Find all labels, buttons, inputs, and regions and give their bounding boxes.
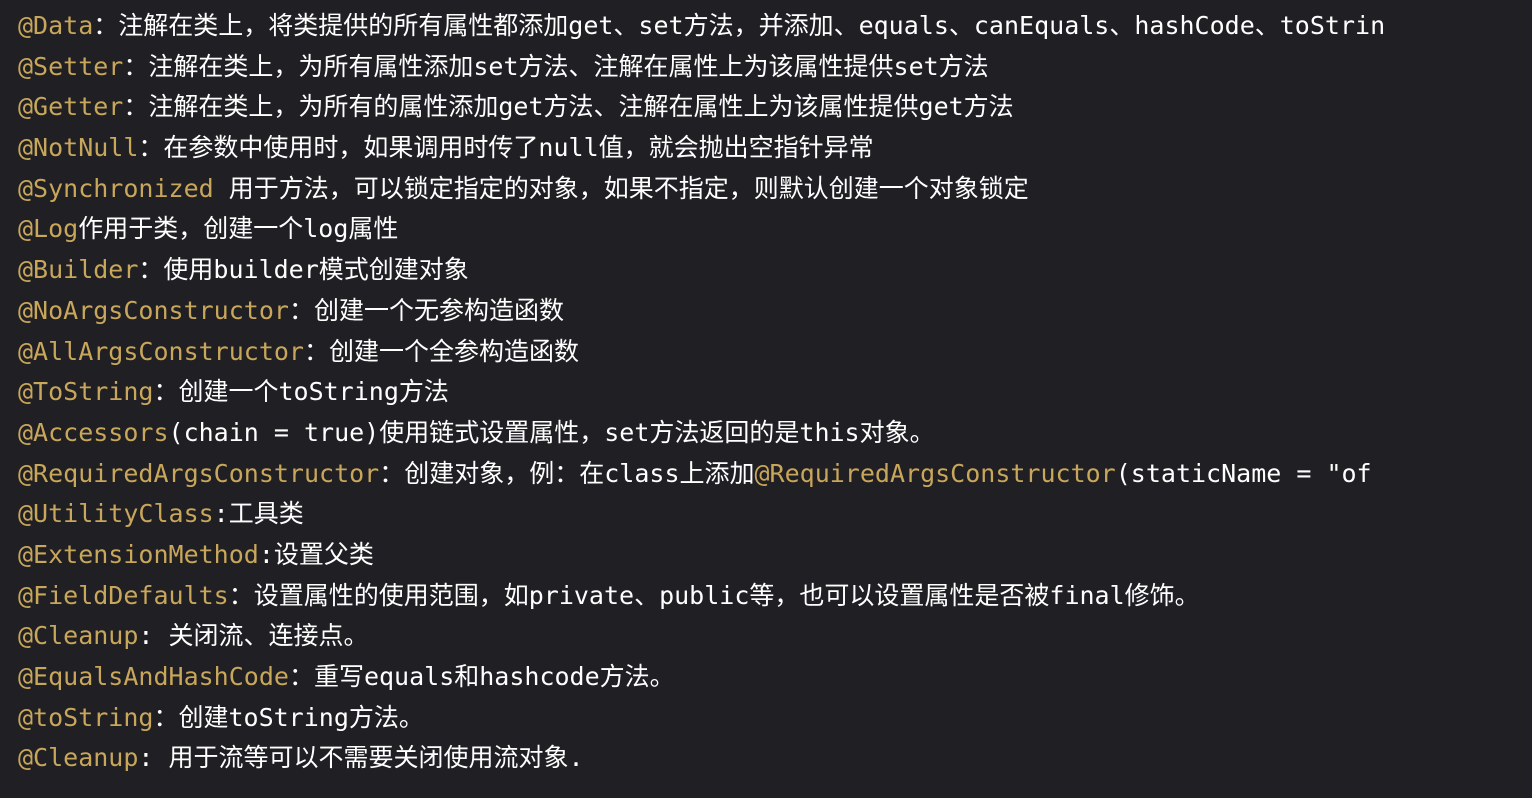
annotation-name: @FieldDefaults [18, 580, 229, 610]
annotation-name: @RequiredArgsConstructor [18, 458, 380, 488]
annotation-description-inline: (staticName = "of [1115, 458, 1372, 488]
annotation-name: @Synchronized [18, 173, 214, 203]
annotation-name: @Getter [18, 92, 124, 122]
annotation-name: @EqualsAndHashCode [18, 662, 289, 691]
annotation-description: ：注解在类上，为所有属性添加set方法、注解在属性上为该属性提供set方法 [123, 51, 989, 81]
code-line: @ToString：创建一个toString方法 [18, 372, 1532, 413]
code-text-area: @Data：注解在类上，将类提供的所有属性都添加get、set方法，并添加、eq… [0, 0, 1532, 798]
code-line: @EqualsAndHashCode：重写equals和hashcode方法。 [18, 657, 1532, 698]
annotation-description: ：在参数中使用时，如果调用时传了null值，就会抛出空指针异常 [138, 133, 874, 163]
code-line: @Data：注解在类上，将类提供的所有属性都添加get、set方法，并添加、eq… [18, 6, 1532, 47]
annotation-description: 作用于类，创建一个log属性 [78, 214, 399, 244]
annotation-description: ：设置属性的使用范围，如private、public等，也可以设置属性是否被fi… [228, 580, 1200, 610]
annotation-description: (chain = true)使用链式设置属性，set方法返回的是this对象。 [168, 417, 935, 447]
annotation-description: : 关闭流、连接点。 [138, 621, 369, 651]
code-line: @Synchronized 用于方法，可以锁定指定的对象，如果不指定，则默认创建… [18, 169, 1532, 210]
code-line: @FieldDefaults：设置属性的使用范围，如private、public… [18, 576, 1532, 617]
annotation-name: @toString [18, 702, 154, 732]
annotation-description: ：创建一个toString方法 [153, 377, 449, 407]
annotation-name: @Setter [18, 51, 124, 81]
annotation-name-inline: @RequiredArgsConstructor [754, 458, 1116, 488]
annotation-name: @NotNull [18, 133, 139, 163]
annotation-description: :工具类 [213, 499, 304, 529]
annotation-name: @UtilityClass [18, 499, 214, 529]
code-line: @Accessors(chain = true)使用链式设置属性，set方法返回… [18, 413, 1532, 454]
code-line: @Log作用于类，创建一个log属性 [18, 209, 1532, 250]
code-line: @UtilityClass:工具类 [18, 494, 1532, 535]
annotation-name: @ExtensionMethod [18, 539, 259, 569]
code-line: @Builder：使用builder模式创建对象 [18, 250, 1532, 291]
annotation-name: @Cleanup [18, 743, 139, 773]
annotation-description: :设置父类 [258, 539, 374, 569]
annotation-description: : 用于流等可以不需要关闭使用流对象. [138, 743, 584, 773]
annotation-name: @Log [18, 214, 79, 244]
annotation-name: @NoArgsConstructor [18, 295, 289, 325]
annotation-name: @Data [18, 11, 94, 40]
code-line: @Cleanup: 用于流等可以不需要关闭使用流对象. [18, 738, 1532, 779]
annotation-name: @ToString [18, 377, 154, 407]
annotation-description: ：创建一个全参构造函数 [303, 336, 579, 366]
annotation-description: ：创建对象，例：在class上添加 [379, 458, 755, 488]
code-line: @NotNull：在参数中使用时，如果调用时传了null值，就会抛出空指针异常 [18, 128, 1532, 169]
annotation-description: ：创建一个无参构造函数 [288, 295, 564, 325]
code-line: @ExtensionMethod:设置父类 [18, 535, 1532, 576]
code-line: @Setter：注解在类上，为所有属性添加set方法、注解在属性上为该属性提供s… [18, 47, 1532, 88]
annotation-name: @Cleanup [18, 621, 139, 651]
code-line: @NoArgsConstructor：创建一个无参构造函数 [18, 291, 1532, 332]
code-line: @toString：创建toString方法。 [18, 698, 1532, 739]
annotation-description: ：重写equals和hashcode方法。 [288, 662, 675, 691]
annotation-name: @Accessors [18, 417, 169, 447]
code-line: @Cleanup: 关闭流、连接点。 [18, 616, 1532, 657]
annotation-description: ：注解在类上，将类提供的所有属性都添加get、set方法，并添加、equals、… [93, 11, 1386, 40]
annotation-description: 用于方法，可以锁定指定的对象，如果不指定，则默认创建一个对象锁定 [213, 173, 1029, 203]
annotation-name: @Builder [18, 255, 139, 285]
code-line: @Getter：注解在类上，为所有的属性添加get方法、注解在属性上为该属性提供… [18, 87, 1532, 128]
code-line: @AllArgsConstructor：创建一个全参构造函数 [18, 332, 1532, 373]
annotation-description: ：注解在类上，为所有的属性添加get方法、注解在属性上为该属性提供get方法 [123, 92, 1014, 122]
annotation-description: ：创建toString方法。 [153, 702, 424, 732]
code-line: @RequiredArgsConstructor：创建对象，例：在class上添… [18, 454, 1532, 495]
annotation-description: ：使用builder模式创建对象 [138, 255, 469, 285]
annotation-name: @AllArgsConstructor [18, 336, 304, 366]
